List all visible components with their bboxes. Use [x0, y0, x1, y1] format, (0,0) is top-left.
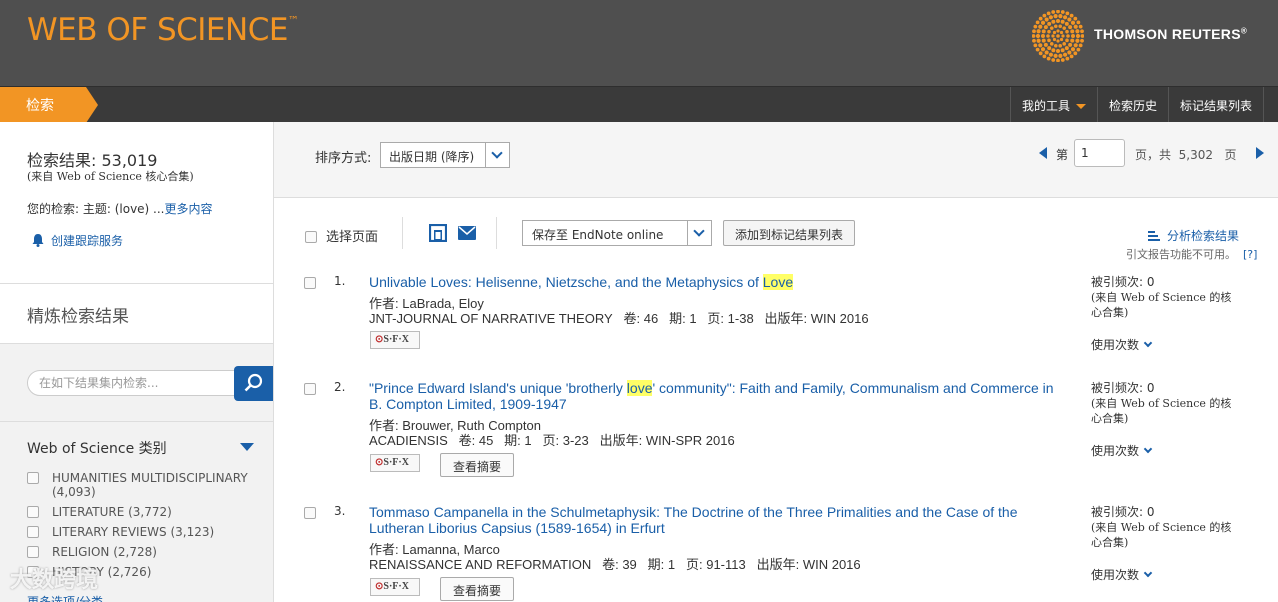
citation-report-note: 引文报告功能不可用。 [?]: [1126, 248, 1258, 261]
create-alert-link[interactable]: 创建跟踪服务: [31, 232, 123, 249]
times-cited: 被引频次: 0 (来自 Web of Science 的核心合集): [1091, 275, 1232, 319]
your-search: 您的检索: 主题: (love) ...更多内容: [27, 202, 213, 216]
category-checkbox[interactable]: [27, 506, 39, 518]
caret-down-icon: [1075, 104, 1086, 109]
view-abstract-button[interactable]: 查看摘要: [440, 577, 515, 601]
print-icon[interactable]: [429, 224, 447, 242]
record-checkbox[interactable]: [304, 507, 316, 519]
record-source: ACADIENSIS 卷: 45 期: 1 页: 3-23 出版年: WIN-S…: [369, 433, 735, 448]
category-checkbox[interactable]: [27, 472, 39, 484]
select-page-checkbox[interactable]: [305, 231, 317, 243]
usage-count-toggle[interactable]: 使用次数: [1091, 442, 1153, 459]
previous-page-icon[interactable]: [1039, 147, 1047, 159]
chevron-down-icon: [1143, 444, 1153, 454]
sfx-button[interactable]: ⊙S·F·X: [370, 454, 420, 472]
results-source: (来自 Web of Science 核心合集): [27, 170, 194, 183]
record-source: RENAISSANCE AND REFORMATION 卷: 39 期: 1 页…: [369, 557, 861, 572]
record-title-link[interactable]: "Prince Edward Island's unique 'brotherl…: [369, 380, 1069, 412]
chevron-down-icon: [485, 143, 509, 167]
category-item[interactable]: LITERARY REVIEWS (3,123): [27, 525, 267, 539]
select-page[interactable]: 选择页面: [305, 226, 378, 245]
chevron-down-icon: [687, 221, 711, 245]
usage-count-toggle[interactable]: 使用次数: [1091, 336, 1153, 353]
chevron-down-icon: [1143, 568, 1153, 578]
page-prefix: 第: [1056, 148, 1069, 162]
divider: [496, 217, 497, 249]
times-cited: 被引频次: 0 (来自 Web of Science 的核心合集): [1091, 381, 1232, 425]
record-checkbox[interactable]: [304, 383, 316, 395]
nav-marked-list[interactable]: 标记结果列表: [1167, 87, 1264, 123]
email-icon[interactable]: [458, 226, 476, 240]
categories-heading: Web of Science 类别: [27, 441, 167, 457]
sort-label: 排序方式:: [315, 151, 372, 166]
page-total: 页，共 5,302 页: [1135, 148, 1237, 162]
watermark: 大数跨境: [10, 568, 99, 593]
category-checkbox[interactable]: [27, 546, 39, 558]
refine-heading: 精炼检索结果: [0, 284, 273, 344]
top-header: WEB OF SCIENCE™ THOMSON REUTERS®: [0, 0, 1278, 86]
tab-search[interactable]: 检索: [0, 87, 98, 123]
more-options-link[interactable]: 更多选项/分类: [27, 593, 103, 602]
web-of-science-logo[interactable]: WEB OF SCIENCE™: [27, 12, 299, 48]
nav-links: 我的工具 检索历史 标记结果列表: [1009, 87, 1264, 123]
record-source: JNT-JOURNAL OF NARRATIVE THEORY 卷: 46 期:…: [369, 311, 869, 326]
record-authors: 作者: LaBrada, Eloy: [369, 296, 484, 311]
left-panel: 检索结果: 53,019 (来自 Web of Science 核心合集) 您的…: [0, 122, 274, 602]
help-link[interactable]: [?]: [1243, 248, 1257, 261]
record-title-link[interactable]: Tommaso Campanella in the Schulmetaphysi…: [369, 504, 1069, 536]
nav-my-tools[interactable]: 我的工具: [1009, 87, 1097, 123]
record-authors: 作者: Lamanna, Marco: [369, 542, 500, 557]
next-page-icon[interactable]: [1256, 147, 1264, 159]
add-to-marked-list-button[interactable]: 添加到标记结果列表: [723, 220, 856, 246]
times-cited: 被引频次: 0 (来自 Web of Science 的核心合集): [1091, 505, 1232, 549]
refine-search: 在如下结果集内检索...: [0, 344, 273, 422]
chevron-down-icon: [1143, 338, 1153, 348]
divider: [402, 217, 403, 249]
record-number: 3.: [334, 504, 346, 518]
thomson-reuters-logo-icon: [1032, 10, 1084, 62]
save-to-select[interactable]: 保存至 EndNote online: [522, 220, 712, 246]
analyze-results-link[interactable]: 分析检索结果: [1148, 227, 1239, 244]
category-item[interactable]: LITERATURE (3,772): [27, 505, 267, 519]
category-item[interactable]: RELIGION (2,728): [27, 545, 267, 559]
category-item[interactable]: HUMANITIES MULTIDISCIPLINARY (4,093): [27, 471, 267, 499]
record-number: 1.: [334, 274, 346, 288]
record-title-link[interactable]: Unlivable Loves: Helisenne, Nietzsche, a…: [369, 274, 1069, 290]
refine-search-button[interactable]: [234, 366, 273, 401]
category-checkbox[interactable]: [27, 526, 39, 538]
view-abstract-button[interactable]: 查看摘要: [440, 453, 515, 477]
results-summary: 检索结果: 53,019 (来自 Web of Science 核心合集) 您的…: [0, 122, 273, 284]
record-number: 2.: [334, 380, 346, 394]
results-panel: 排序方式: 出版日期 (降序) 第 1 页，共 5,302 页 选择页面 保存至…: [274, 122, 1278, 602]
bar-chart-icon: [1148, 231, 1160, 241]
page-number-input[interactable]: 1: [1074, 139, 1125, 167]
nav-search-history[interactable]: 检索历史: [1096, 87, 1168, 123]
collapse-triangle-icon[interactable]: [240, 443, 254, 451]
sfx-button[interactable]: ⊙S·F·X: [370, 578, 420, 596]
sort-bar: 排序方式: 出版日期 (降序) 第 1 页，共 5,302 页: [274, 122, 1278, 198]
more-content-link[interactable]: 更多内容: [165, 202, 213, 216]
bell-icon: [32, 234, 44, 247]
sfx-button[interactable]: ⊙S·F·X: [370, 331, 420, 349]
sort-select[interactable]: 出版日期 (降序): [380, 142, 510, 168]
record-authors: 作者: Brouwer, Ruth Compton: [369, 418, 541, 433]
record-checkbox[interactable]: [304, 277, 316, 289]
thomson-reuters-wordmark: THOMSON REUTERS®: [1094, 26, 1248, 42]
results-toolbar: 选择页面 保存至 EndNote online 添加到标记结果列表 分析检索结果…: [274, 198, 1278, 264]
refine-search-input[interactable]: 在如下结果集内检索...: [27, 370, 237, 396]
usage-count-toggle[interactable]: 使用次数: [1091, 566, 1153, 583]
main-nav: 检索 我的工具 检索历史 标记结果列表: [0, 86, 1278, 123]
search-icon: [244, 373, 263, 392]
